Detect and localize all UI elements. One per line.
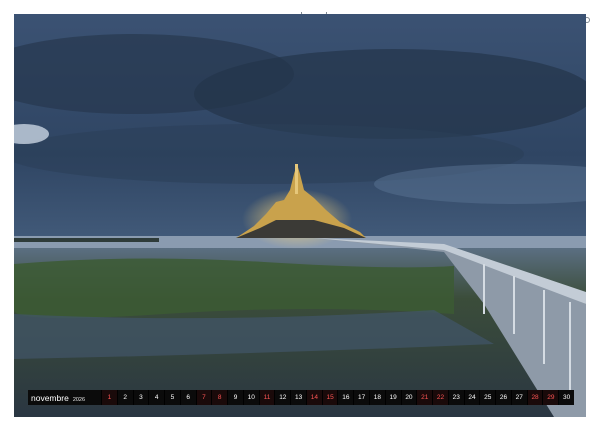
- day-cell: 6: [179, 390, 196, 405]
- day-cell: 3: [132, 390, 149, 405]
- day-cell: 20: [400, 390, 417, 405]
- day-cell: 14: [305, 390, 322, 405]
- day-cell: 12: [274, 390, 290, 405]
- day-cell: 16: [337, 390, 353, 405]
- day-cell: 10: [242, 390, 259, 405]
- calendar-photo: [14, 14, 586, 417]
- day-cell: 15: [321, 390, 338, 405]
- day-cell: 1: [101, 390, 117, 405]
- year-label: 2026: [72, 396, 86, 403]
- calendar-month-bar: novembre 2026 1 2 3 4 5 6 7 8 9 10 11 12 13 14 15 16 17 18…: [28, 390, 574, 405]
- day-cell: 28: [526, 390, 543, 405]
- day-cell: 18: [369, 390, 385, 405]
- day-cell: 7: [195, 390, 212, 405]
- month-name: novembre: [31, 392, 69, 403]
- day-cell: 30: [558, 390, 574, 405]
- day-cell: 22: [432, 390, 448, 405]
- day-cell: 19: [384, 390, 401, 405]
- month-label: novembre 2026: [28, 393, 101, 403]
- day-cell: 17: [353, 390, 369, 405]
- day-grid: 1 2 3 4 5 6 7 8 9 10 11 12 13 14 15 16 17 18 19 20 21 22 23 24 2…: [101, 390, 574, 405]
- day-cell: 26: [495, 390, 511, 405]
- day-cell: 2: [116, 390, 133, 405]
- day-cell: 4: [148, 390, 164, 405]
- mont-saint-michel-photo: [14, 14, 586, 417]
- day-cell: 9: [227, 390, 243, 405]
- day-cell: 11: [258, 390, 275, 405]
- day-cell: 5: [164, 390, 180, 405]
- day-cell: 27: [510, 390, 527, 405]
- day-cell: 13: [290, 390, 306, 405]
- day-cell: 25: [479, 390, 495, 405]
- day-cell: 23: [447, 390, 464, 405]
- day-cell: 8: [211, 390, 228, 405]
- day-cell: 24: [463, 390, 480, 405]
- day-cell: 21: [416, 390, 433, 405]
- day-cell: 29: [542, 390, 559, 405]
